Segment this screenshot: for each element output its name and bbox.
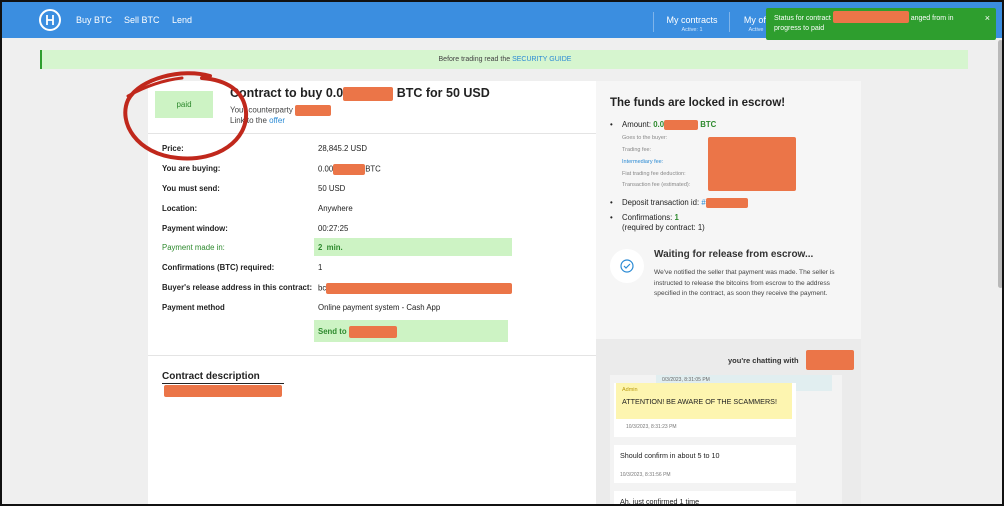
app-window: Buy BTC Sell BTC Lend My contracts Activ… (0, 0, 1004, 506)
chat-messages[interactable]: 0/3/2023, 8:31:05 PM Admin ATTENTION! BE… (610, 375, 842, 506)
redacted-escrow-amount (664, 120, 699, 130)
toast-line-1: Status for contract anged from in (774, 11, 972, 24)
send-to-line: Send to (318, 326, 397, 338)
redacted-counterparty[interactable] (295, 105, 332, 116)
wait-description: We've notified the seller that payment w… (654, 269, 835, 298)
nav-my-contracts-label: My contracts (666, 15, 718, 25)
amount-value: 0.0 (653, 120, 665, 130)
payment-made-value: 2 min. (318, 243, 343, 252)
redacted-description (164, 385, 282, 397)
redacted-btc-amount (333, 164, 366, 175)
annotation-circle-icon (123, 71, 249, 161)
page-scrollbar[interactable] (998, 40, 1002, 288)
escrow-confirmations: Confirmations: 1 (610, 213, 679, 222)
message-timestamp: 10/3/2023, 8:31:56 PM (620, 472, 671, 478)
redacted-amount (343, 86, 394, 101)
offer-link[interactable]: offer (269, 116, 285, 125)
redacted-tx-id[interactable] (705, 198, 748, 208)
must-send-value: 50 USD (318, 184, 346, 193)
deposit-tx: Deposit transaction id: # (610, 198, 748, 208)
payment-method-label: Payment method (162, 303, 225, 312)
fee-transaction: Transaction fee (estimated): (622, 182, 691, 188)
confirmations-value: 1 (318, 263, 323, 272)
chat-header-label: you're chatting with (728, 356, 799, 365)
buying-amount: 0.00 (318, 164, 334, 174)
required-note: (required by contract: 1) (622, 223, 705, 232)
release-wait-icon (610, 249, 644, 283)
price-value: 28,845.2 USD (318, 144, 367, 153)
admin-name: Admin (622, 387, 638, 393)
close-icon[interactable]: × (985, 13, 990, 23)
toast-line-2: progress to paid (774, 24, 825, 32)
amount-unit: BTC (700, 120, 717, 130)
redacted-contract-id (832, 11, 909, 23)
toast-text-after: anged from in (910, 14, 954, 22)
payment-window-value: 00:27:25 (318, 224, 349, 233)
escrow-panel: The funds are locked in escrow! Amount: … (596, 81, 861, 339)
payment-method-value: Online payment system - Cash App (318, 303, 441, 312)
redacted-address (326, 283, 513, 294)
nav-my-contracts-count: Active: 1 (681, 27, 703, 33)
nav-buy-btc[interactable]: Buy BTC (76, 15, 112, 25)
fee-fiat-deduction: Fiat trading fee deduction: (622, 171, 686, 177)
chat-header: you're chatting with (728, 356, 799, 365)
admin-notice: Admin ATTENTION! BE AWARE OF THE SCAMMER… (616, 383, 792, 419)
release-address-value: bc (318, 283, 513, 294)
divider (148, 355, 596, 356)
payment-made-label: Payment made in: (162, 243, 225, 252)
message-text: Should confirm in about 5 to 10 (620, 451, 720, 460)
status-toast: Status for contract anged from in progre… (766, 8, 996, 40)
contract-title-after: BTC for 50 USD (393, 86, 490, 100)
redacted-fees (708, 137, 796, 191)
security-banner: Before trading read the SECURITY GUIDE (40, 50, 968, 69)
hodlhodl-logo-icon[interactable] (39, 9, 61, 31)
buying-unit: BTC (365, 164, 381, 174)
deposit-label: Deposit transaction id: (622, 198, 702, 208)
fee-goes-to-buyer: Goes to the buyer: (622, 135, 668, 141)
contract-description-title: Contract description (162, 371, 260, 382)
admin-message: ATTENTION! BE AWARE OF THE SCAMMERS! (622, 397, 777, 406)
chat-panel: you're chatting with 0/3/2023, 8:31:05 P… (596, 339, 861, 506)
must-send-label: You must send: (162, 184, 220, 193)
amount-label: Amount: (622, 120, 654, 130)
buying-label: You are buying: (162, 164, 221, 173)
description-underline (162, 383, 284, 384)
nav-lend[interactable]: Lend (172, 15, 192, 25)
confirmations-label: Confirmations (BTC) required: (162, 263, 275, 272)
fee-intermediary[interactable]: Intermediary fee: (622, 159, 663, 165)
payment-made-highlight (314, 238, 512, 256)
nav-sell-btc[interactable]: Sell BTC (124, 15, 160, 25)
nav-divider (653, 12, 654, 32)
fee-trading: Trading fee: (622, 147, 652, 153)
nav-my-contracts[interactable]: My contracts Active: 1 (666, 15, 718, 33)
redacted-cashtag (348, 326, 397, 338)
security-guide-link[interactable]: SECURITY GUIDE (512, 56, 571, 63)
toast-text-before: Status for contract (774, 14, 831, 22)
buying-value: 0.00 BTC (318, 164, 381, 175)
location-value: Anywhere (318, 204, 353, 213)
confirmations-count: 1 (674, 213, 679, 222)
redacted-chat-partner (806, 350, 854, 370)
escrow-amount: Amount: 0.0 BTC (610, 120, 717, 130)
escrow-title: The funds are locked in escrow! (610, 97, 786, 109)
message-text: Ah, just confirmed 1 time (620, 497, 700, 506)
banner-text: Before trading read the (438, 56, 513, 63)
release-address-label: Buyer's release address in this contract… (162, 283, 313, 292)
release-address-prefix: bc (318, 283, 327, 293)
confirmations-label: Confirmations: (622, 213, 675, 222)
chat-message: Should confirm in about 5 to 10 10/3/202… (614, 445, 796, 483)
location-label: Location: (162, 204, 198, 213)
send-to-label: Send to (318, 327, 347, 337)
contract-title: Contract to buy 0.0 BTC for 50 USD (230, 86, 490, 101)
nav-divider (729, 12, 730, 32)
admin-timestamp: 10/3/2023, 8:31:23 PM (626, 424, 677, 430)
chat-message: Ah, just confirmed 1 time (614, 491, 796, 506)
payment-window-label: Payment window: (162, 224, 228, 233)
wait-title: Waiting for release from escrow... (654, 249, 814, 260)
